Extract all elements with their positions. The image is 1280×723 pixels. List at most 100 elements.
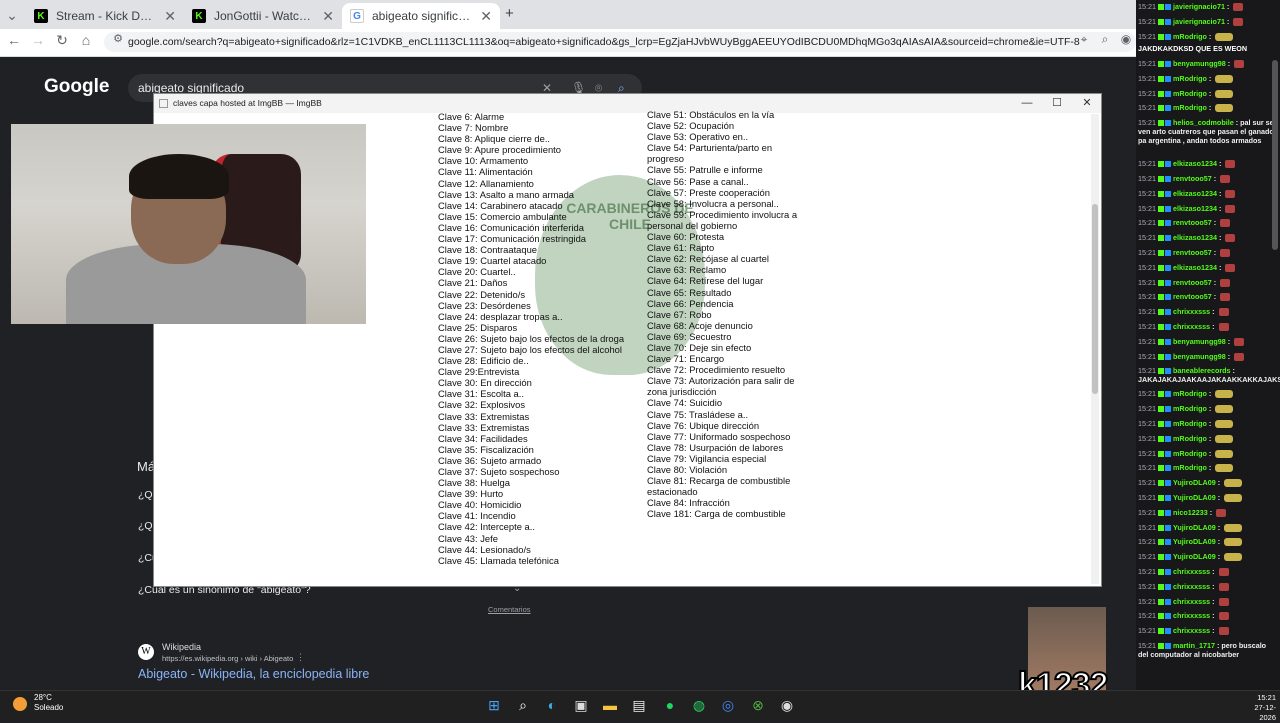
back-icon[interactable]: ← (4, 32, 24, 48)
chat-username[interactable]: YujiroDLA09 (1173, 552, 1216, 561)
chat-message[interactable]: 15:21 mRodrigo : (1138, 404, 1274, 414)
chat-message[interactable]: 15:21 chrixxxsss : (1138, 611, 1274, 621)
chat-message[interactable]: 15:21 elkizaso1234 : (1138, 204, 1274, 213)
edge-icon[interactable]: ◐ (542, 695, 562, 715)
chat-message[interactable]: 15:21 elkizaso1234 : (1138, 233, 1274, 243)
chat-username[interactable]: helios_codmobile (1173, 118, 1234, 127)
chat-message[interactable]: 15:21 chrixxxsss : (1138, 307, 1274, 317)
chat-username[interactable]: mRodrigo (1173, 389, 1207, 398)
search-icon[interactable]: ⌕ (513, 695, 533, 715)
comentarios-link[interactable]: Comentarios (488, 605, 531, 614)
chat-message[interactable]: 15:21 nico12233 : (1138, 508, 1274, 517)
file-explorer-icon[interactable]: ▬ (600, 695, 620, 715)
chat-username[interactable]: martin_1717 (1173, 641, 1215, 650)
chat-username[interactable]: mRodrigo (1173, 74, 1207, 83)
chat-message[interactable]: 15:21 renvtooo57 : (1138, 278, 1274, 287)
chat-message[interactable]: 15:21 YujiroDLA09 : (1138, 493, 1274, 503)
chat-message[interactable]: 15:21 mRodrigo : (1138, 449, 1274, 458)
chat-username[interactable]: chrixxxsss (1173, 597, 1210, 606)
chat-message[interactable]: 15:21 javierignacio71 : (1138, 2, 1274, 12)
chat-username[interactable]: javierignacio71 (1173, 2, 1225, 11)
address-bar[interactable]: google.com/search?q=abigeato+significado… (104, 32, 1136, 52)
chat-message[interactable]: 15:21 chrixxxsss : (1138, 597, 1274, 606)
chat-message[interactable]: 15:21 mRodrigo : (1138, 74, 1274, 83)
chat-username[interactable]: elkizaso1234 (1173, 189, 1217, 198)
chat-username[interactable]: benyamungg98 (1173, 337, 1226, 346)
chat-message[interactable]: 15:21 chrixxxsss : (1138, 582, 1274, 591)
minimize-icon[interactable]: — (1012, 94, 1042, 113)
chat-message[interactable]: 15:21 benyamungg98 : (1138, 352, 1274, 361)
xbox-icon[interactable]: ⊗ (748, 695, 768, 715)
chat-username[interactable]: renvtooo57 (1173, 218, 1212, 227)
chat-message[interactable]: 15:21 benyamungg98 : (1138, 337, 1274, 346)
chat-username[interactable]: YujiroDLA09 (1173, 493, 1216, 502)
location-icon[interactable]: ⌖ (1074, 32, 1094, 47)
google-logo[interactable]: Google (44, 76, 109, 98)
maximize-icon[interactable]: ☐ (1042, 94, 1072, 113)
chat-username[interactable]: renvtooo57 (1173, 292, 1212, 301)
chat-message[interactable]: 15:21 mRodrigo : (1138, 419, 1274, 429)
chat-username[interactable]: mRodrigo (1173, 32, 1207, 41)
zoom-icon[interactable]: ⌕ (1095, 32, 1115, 47)
chat-message[interactable]: 15:21 chrixxxsss : (1138, 567, 1274, 577)
chat-message[interactable]: 15:21 martin_1717 : pero buscalo del comp… (1138, 641, 1274, 659)
tab-kick-dashboard[interactable]: K Stream - Kick Dashboard ✕ (26, 3, 184, 29)
chat-message[interactable]: 15:21 renvtooo57 : (1138, 248, 1274, 258)
chat-message[interactable]: 15:21 mRodrigo : (1138, 103, 1274, 113)
chat-message[interactable]: 15:21 mRodrigo : (1138, 389, 1274, 399)
chat-username[interactable]: renvtooo57 (1173, 248, 1212, 257)
home-icon[interactable]: ⌂ (76, 32, 96, 48)
obs-icon[interactable]: ◉ (777, 695, 797, 715)
site-info-icon[interactable]: ⚙ (108, 32, 128, 45)
chat-username[interactable]: mRodrigo (1173, 103, 1207, 112)
chat-message[interactable]: 15:21 renvtooo57 : (1138, 218, 1274, 228)
close-tab-icon[interactable]: ✕ (322, 8, 334, 25)
chat-username[interactable]: chrixxxsss (1173, 611, 1210, 620)
whatsapp-icon[interactable]: ◍ (689, 695, 709, 715)
chat-message[interactable]: 15:21 elkizaso1234 : (1138, 263, 1274, 272)
chat-message[interactable]: 15:21 benyamungg98 : (1138, 59, 1274, 69)
chat-username[interactable]: chrixxxsss (1173, 322, 1210, 331)
windows-start-icon[interactable]: ⊞ (484, 695, 504, 715)
spotify-icon[interactable]: ● (660, 695, 680, 715)
chat-username[interactable]: mRodrigo (1173, 449, 1207, 458)
scrollbar-thumb[interactable] (1092, 204, 1098, 394)
chat-message[interactable]: 15:21 chrixxxsss : (1138, 626, 1274, 636)
chat-username[interactable]: renvtooo57 (1173, 278, 1212, 287)
chat-message[interactable]: 15:21 elkizaso1234 : (1138, 189, 1274, 198)
chat-message[interactable]: 15:21 chrixxxsss : (1138, 322, 1274, 332)
incognito-icon[interactable]: ◉ (1116, 32, 1136, 46)
chat-message[interactable]: 15:21 mRodrigo : (1138, 32, 1274, 41)
chat-username[interactable]: elkizaso1234 (1173, 204, 1217, 213)
chat-username[interactable]: mRodrigo (1173, 89, 1207, 98)
close-tab-icon[interactable]: ✕ (164, 8, 176, 25)
result-title-link[interactable]: Abigeato - Wikipedia, la enciclopedia li… (138, 667, 369, 681)
chat-message[interactable]: 15:21 YujiroDLA09 : (1138, 478, 1274, 488)
more-options-icon[interactable]: ⋮ (296, 652, 305, 663)
chat-message[interactable]: 15:21 YujiroDLA09 : (1138, 537, 1274, 547)
new-tab-button[interactable]: + (505, 5, 514, 22)
chat-username[interactable]: renvtooo57 (1173, 174, 1212, 183)
chat-username[interactable]: mRodrigo (1173, 419, 1207, 428)
chat-username[interactable]: nico12233 (1173, 508, 1208, 517)
chat-username[interactable]: javierignacio71 (1173, 17, 1225, 26)
chat-username[interactable]: baneablerecords (1173, 366, 1231, 375)
chat-username[interactable]: benyamungg98 (1173, 352, 1226, 361)
app-icon[interactable]: ▤ (629, 695, 649, 715)
scrollbar[interactable] (1091, 114, 1099, 584)
window-title-bar[interactable]: claves capa hosted at ImgBB — ImgBB — ☐ … (154, 94, 1101, 113)
chat-message[interactable]: 15:21 YujiroDLA09 : (1138, 523, 1274, 532)
chat-message[interactable]: 15:21 baneablerecords : JAKAJAKAJAAKAAJAK… (1138, 366, 1280, 384)
chat-username[interactable]: elkizaso1234 (1173, 263, 1217, 272)
tab-search-icon[interactable]: ⌄ (2, 7, 22, 24)
reload-icon[interactable]: ↻ (52, 32, 72, 49)
chrome-icon[interactable]: ◎ (718, 695, 738, 715)
chat-message[interactable]: 15:21 mRodrigo : (1138, 463, 1274, 473)
forward-icon[interactable]: → (28, 32, 48, 48)
chat-username[interactable]: elkizaso1234 (1173, 233, 1217, 242)
chat-username[interactable]: chrixxxsss (1173, 567, 1210, 576)
chat-username[interactable]: chrixxxsss (1173, 626, 1210, 635)
chat-message[interactable]: 15:21 renvtooo57 : (1138, 292, 1274, 302)
chat-message[interactable]: 15:21 helios_codmobile : pal sur se ven a… (1138, 118, 1274, 145)
system-clock[interactable]: 15:21 27-12-2026 (1246, 693, 1276, 723)
